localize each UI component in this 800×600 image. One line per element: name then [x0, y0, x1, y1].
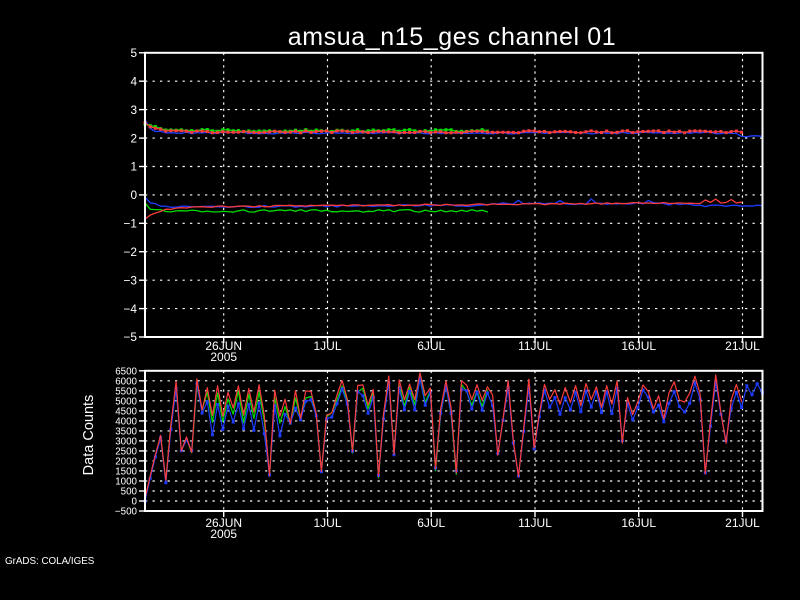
svg-text:2: 2: [130, 131, 137, 145]
svg-text:1: 1: [130, 160, 137, 174]
svg-text:GrADS: COLA/IGES: GrADS: COLA/IGES: [5, 556, 95, 567]
svg-text:16JUL: 16JUL: [621, 516, 656, 530]
svg-text:2005: 2005: [210, 527, 237, 541]
svg-text:6JUL: 6JUL: [417, 516, 445, 530]
svg-text:−4: −4: [124, 302, 138, 316]
svg-text:amsua_n15_ges channel 01: amsua_n15_ges channel 01: [288, 23, 617, 51]
svg-text:−2: −2: [124, 245, 137, 259]
svg-text:−5: −5: [124, 330, 138, 344]
svg-text:2005: 2005: [210, 350, 237, 364]
svg-text:21JUL: 21JUL: [725, 516, 760, 530]
svg-text:−1: −1: [124, 217, 137, 231]
svg-text:6JUL: 6JUL: [417, 339, 445, 353]
svg-text:16JUL: 16JUL: [621, 339, 656, 353]
svg-text:3: 3: [130, 103, 137, 117]
svg-text:1JUL: 1JUL: [313, 339, 341, 353]
svg-text:11JUL: 11JUL: [518, 516, 552, 530]
svg-text:Data Counts: Data Counts: [81, 395, 97, 476]
svg-text:4: 4: [130, 74, 137, 88]
svg-text:−3: −3: [124, 273, 138, 287]
svg-text:1JUL: 1JUL: [313, 516, 341, 530]
svg-text:5: 5: [130, 46, 137, 60]
svg-text:11JUL: 11JUL: [518, 339, 552, 353]
svg-text:21JUL: 21JUL: [725, 339, 760, 353]
svg-text:0: 0: [130, 188, 137, 202]
svg-text:−500: −500: [115, 507, 138, 518]
